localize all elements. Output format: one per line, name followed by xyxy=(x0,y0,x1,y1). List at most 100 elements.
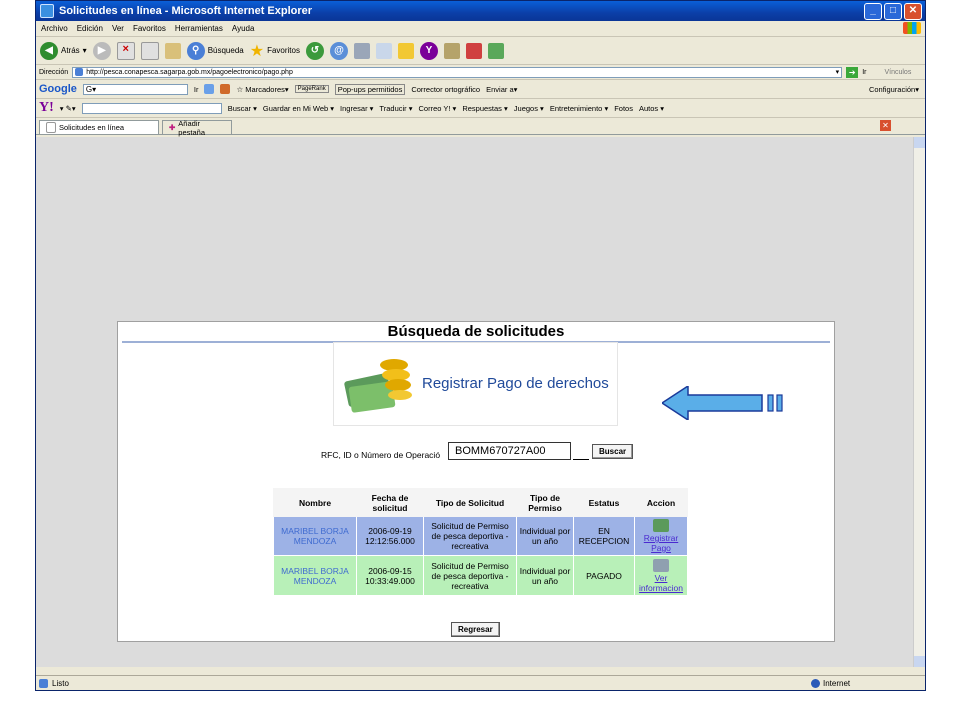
menu-edicion[interactable]: Edición xyxy=(77,24,103,33)
google-search-icon[interactable] xyxy=(204,84,215,94)
yahoo-correo[interactable]: Correo Y! ▾ xyxy=(419,104,457,113)
plus-icon: ✚ xyxy=(169,123,176,132)
back-arrow-icon: ◀ xyxy=(40,41,58,60)
maximize-button[interactable]: □ xyxy=(884,3,902,20)
yahoo-entretenimiento[interactable]: Entretenimiento ▾ xyxy=(550,104,608,113)
popup-blocker-button[interactable]: Pop-ups permitidos xyxy=(334,83,406,95)
yahoo-traducir[interactable]: Traducir ▾ xyxy=(379,104,412,113)
search-label: Búsqueda xyxy=(207,46,244,55)
vertical-scrollbar[interactable] xyxy=(913,137,925,667)
yahoo-autos[interactable]: Autos ▾ xyxy=(639,104,664,113)
header-fecha: Fecha de solicitud xyxy=(356,488,424,517)
search-row: RFC, ID o Número de Operació BOMM670727A… xyxy=(321,442,634,460)
header-nombre: Nombre xyxy=(273,488,357,517)
yahoo-logo: Y! xyxy=(39,100,54,115)
banner-text: Registrar Pago de derechos xyxy=(422,375,609,392)
minimize-button[interactable]: _ xyxy=(864,3,882,20)
tools-icon[interactable] xyxy=(465,42,482,59)
menu-ayuda[interactable]: Ayuda xyxy=(232,24,255,33)
cell-tipo-permiso: Individual por un año xyxy=(516,555,574,596)
address-bar: Dirección http://pesca.conapesca.sagarpa… xyxy=(36,65,925,80)
google-go-button[interactable]: Ir xyxy=(194,85,199,94)
search-button[interactable]: ⚲ Búsqueda xyxy=(186,41,244,60)
header-tipo-solicitud: Tipo de Solicitud xyxy=(423,488,517,517)
favorites-button[interactable]: ★ Favoritos xyxy=(250,41,300,61)
status-text: Listo xyxy=(52,678,69,688)
buscar-button[interactable]: Buscar xyxy=(592,444,634,459)
print-icon[interactable] xyxy=(353,42,370,59)
tab-bar: Solicitudes en línea ✚ Añadir pestaña ✕ xyxy=(36,118,925,137)
yahoo-menu-icon[interactable]: ▾ ✎▾ xyxy=(60,104,76,113)
news-icon[interactable] xyxy=(220,84,231,94)
menu-ver[interactable]: Ver xyxy=(112,24,124,33)
yahoo-guardar[interactable]: Guardar en Mi Web ▾ xyxy=(263,104,334,113)
page-icon xyxy=(75,68,84,76)
google-toolbar: Google G▾ Ir ☆ Marcadores▾ PageRank Pop-… xyxy=(36,80,925,99)
send-to-button[interactable]: Enviar a▾ xyxy=(486,85,517,94)
yahoo-search-input[interactable] xyxy=(81,102,222,114)
forward-button[interactable]: ▶ xyxy=(92,41,111,60)
mail-icon[interactable]: @ xyxy=(329,41,348,60)
back-button[interactable]: ◀ Atrás ▾ xyxy=(40,41,87,60)
close-tab-icon[interactable]: ✕ xyxy=(880,120,891,131)
ver-informacion-link[interactable]: Ver informacion xyxy=(639,573,683,593)
standard-toolbar: ◀ Atrás ▾ ▶ × ⚲ Búsqueda ★ Favoritos ↺ @… xyxy=(36,37,925,65)
home-icon[interactable] xyxy=(164,42,181,59)
folder-icon[interactable] xyxy=(397,42,414,59)
regresar-button[interactable]: Regresar xyxy=(451,622,500,637)
yahoo-buscar[interactable]: Buscar ▾ xyxy=(228,104,257,113)
history-icon[interactable]: ↺ xyxy=(305,41,324,60)
refresh-icon[interactable] xyxy=(140,41,159,60)
info-icon[interactable] xyxy=(653,558,669,572)
yahoo-toolbar: Y! ▾ ✎▾ Buscar ▾ Guardar en Mi Web ▾ Ing… xyxy=(36,99,925,118)
menu-herramientas[interactable]: Herramientas xyxy=(175,24,223,33)
address-input[interactable]: http://pesca.conapesca.sagarpa.gob.mx/pa… xyxy=(72,66,843,78)
yahoo-juegos[interactable]: Juegos ▾ xyxy=(514,104,544,113)
header-accion: Accion xyxy=(634,488,688,517)
menu-favoritos[interactable]: Favoritos xyxy=(133,24,166,33)
add-tab-button[interactable]: ✚ Añadir pestaña xyxy=(162,119,232,137)
table-row: MARIBEL BORJA MENDOZA 2006-09-15 10:33:4… xyxy=(273,555,688,596)
tab-solicitudes[interactable]: Solicitudes en línea xyxy=(39,120,159,134)
page-title: Búsqueda de solicitudes xyxy=(387,323,565,340)
back-label: Atrás xyxy=(61,46,80,55)
pagerank-indicator[interactable]: PageRank xyxy=(294,85,329,93)
rfc-search-input[interactable]: BOMM670727A00 xyxy=(448,442,571,460)
menu-archivo[interactable]: Archivo xyxy=(41,24,68,33)
google-logo: Google xyxy=(39,83,77,95)
address-url: http://pesca.conapesca.sagarpa.gob.mx/pa… xyxy=(86,68,293,76)
search-label: RFC, ID o Número de Operació xyxy=(321,450,441,460)
spellcheck-button[interactable]: Corrector ortográfico xyxy=(411,85,480,94)
money-icon[interactable] xyxy=(653,519,669,532)
links-label[interactable]: Vínculos xyxy=(884,69,911,76)
money-icon xyxy=(344,359,412,413)
go-button[interactable]: Ir xyxy=(862,69,866,76)
google-search-input[interactable]: G▾ xyxy=(82,83,188,95)
edit-icon[interactable] xyxy=(375,42,392,59)
address-label: Dirección xyxy=(39,68,69,76)
address-dropdown-icon[interactable]: ▾ xyxy=(836,68,842,76)
messenger-icon[interactable]: Y xyxy=(419,41,438,60)
cell-fecha: 2006-09-19 12:12:56.000 xyxy=(356,516,424,556)
google-bookmarks[interactable]: ☆ Marcadores▾ xyxy=(236,85,288,94)
stop-icon[interactable]: × xyxy=(116,41,135,60)
scroll-down-icon[interactable] xyxy=(914,656,925,667)
cell-nombre: MARIBEL BORJA MENDOZA xyxy=(273,516,357,556)
ie-app-icon xyxy=(40,4,54,18)
scroll-up-icon[interactable] xyxy=(914,137,925,148)
status-bar: Listo Internet xyxy=(36,675,925,690)
globe-icon xyxy=(811,678,820,688)
google-settings-button[interactable]: Configuración▾ xyxy=(869,85,925,94)
go-arrow-icon[interactable]: ➔ xyxy=(846,66,859,78)
yahoo-fotos[interactable]: Fotos xyxy=(614,104,633,113)
input-underline xyxy=(573,459,589,460)
research-icon[interactable] xyxy=(443,42,460,59)
yahoo-ingresar[interactable]: Ingresar ▾ xyxy=(340,104,373,113)
registrar-pago-link[interactable]: Registrar Pago xyxy=(644,533,678,553)
star-icon: ★ xyxy=(249,42,265,60)
users-icon[interactable] xyxy=(487,42,504,59)
cell-tipo-solicitud: Solicitud de Permiso de pesca deportiva … xyxy=(423,555,517,596)
yahoo-respuestas[interactable]: Respuestas ▾ xyxy=(462,104,507,113)
search-panel: Búsqueda de solicitudes Registrar Pago d… xyxy=(117,321,835,642)
close-button[interactable]: ✕ xyxy=(904,3,922,20)
